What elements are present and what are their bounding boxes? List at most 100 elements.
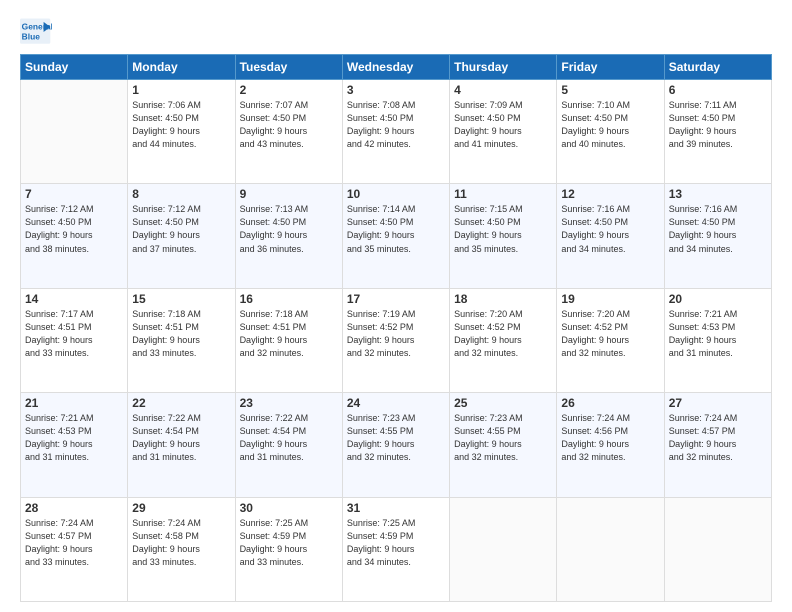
day-number: 17 <box>347 292 445 306</box>
calendar-cell: 2 Sunrise: 7:07 AM Sunset: 4:50 PM Daylig… <box>235 80 342 184</box>
day-number: 26 <box>561 396 659 410</box>
calendar-cell: 16 Sunrise: 7:18 AM Sunset: 4:51 PM Dayli… <box>235 288 342 392</box>
calendar-cell: 3 Sunrise: 7:08 AM Sunset: 4:50 PM Daylig… <box>342 80 449 184</box>
day-info: Sunrise: 7:18 AM Sunset: 4:51 PM Dayligh… <box>240 308 338 360</box>
day-info: Sunrise: 7:12 AM Sunset: 4:50 PM Dayligh… <box>25 203 123 255</box>
calendar-cell: 21 Sunrise: 7:21 AM Sunset: 4:53 PM Dayli… <box>21 393 128 497</box>
day-number: 6 <box>669 83 767 97</box>
day-info: Sunrise: 7:11 AM Sunset: 4:50 PM Dayligh… <box>669 99 767 151</box>
calendar-cell: 19Sunrise: 7:20 AM Sunset: 4:52 PM Dayli… <box>557 288 664 392</box>
day-number: 29 <box>132 501 230 515</box>
calendar-cell: 8 Sunrise: 7:12 AM Sunset: 4:50 PM Daylig… <box>128 184 235 288</box>
day-info: Sunrise: 7:22 AM Sunset: 4:54 PM Dayligh… <box>132 412 230 464</box>
calendar-cell: 4 Sunrise: 7:09 AM Sunset: 4:50 PM Daylig… <box>450 80 557 184</box>
day-number: 8 <box>132 187 230 201</box>
calendar-cell: 5 Sunrise: 7:10 AM Sunset: 4:50 PM Daylig… <box>557 80 664 184</box>
calendar-week-row: 1 Sunrise: 7:06 AM Sunset: 4:50 PM Daylig… <box>21 80 772 184</box>
calendar-cell: 15 Sunrise: 7:18 AM Sunset: 4:51 PM Dayli… <box>128 288 235 392</box>
day-info: Sunrise: 7:21 AM Sunset: 4:53 PM Dayligh… <box>669 308 767 360</box>
day-info: Sunrise: 7:21 AM Sunset: 4:53 PM Dayligh… <box>25 412 123 464</box>
day-info: Sunrise: 7:24 AM Sunset: 4:57 PM Dayligh… <box>25 517 123 569</box>
calendar-cell: 26 Sunrise: 7:24 AM Sunset: 4:56 PM Dayli… <box>557 393 664 497</box>
day-info: Sunrise: 7:20 AM Sunset: 4:52 PM Dayligh… <box>561 308 659 360</box>
svg-text:Blue: Blue <box>22 32 41 42</box>
calendar-cell: 30 Sunrise: 7:25 AM Sunset: 4:59 PM Dayli… <box>235 497 342 601</box>
day-number: 11 <box>454 187 552 201</box>
calendar-cell: 25Sunrise: 7:23 AM Sunset: 4:55 PM Dayli… <box>450 393 557 497</box>
calendar-header-row: SundayMondayTuesdayWednesdayThursdayFrid… <box>21 55 772 80</box>
weekday-header: Monday <box>128 55 235 80</box>
day-info: Sunrise: 7:08 AM Sunset: 4:50 PM Dayligh… <box>347 99 445 151</box>
calendar-cell: 27Sunrise: 7:24 AM Sunset: 4:57 PM Dayli… <box>664 393 771 497</box>
calendar-cell: 12Sunrise: 7:16 AM Sunset: 4:50 PM Dayli… <box>557 184 664 288</box>
page: General Blue SundayMondayTuesdayWednesda… <box>0 0 792 612</box>
calendar-cell: 24Sunrise: 7:23 AM Sunset: 4:55 PM Dayli… <box>342 393 449 497</box>
calendar-week-row: 28 Sunrise: 7:24 AM Sunset: 4:57 PM Dayli… <box>21 497 772 601</box>
day-number: 14 <box>25 292 123 306</box>
day-number: 2 <box>240 83 338 97</box>
calendar-cell: 29 Sunrise: 7:24 AM Sunset: 4:58 PM Dayli… <box>128 497 235 601</box>
day-info: Sunrise: 7:10 AM Sunset: 4:50 PM Dayligh… <box>561 99 659 151</box>
header: General Blue <box>20 18 772 46</box>
day-number: 16 <box>240 292 338 306</box>
logo-icon: General Blue <box>20 18 52 46</box>
calendar-cell: 18 Sunrise: 7:20 AM Sunset: 4:52 PM Dayli… <box>450 288 557 392</box>
day-number: 15 <box>132 292 230 306</box>
calendar-table: SundayMondayTuesdayWednesdayThursdayFrid… <box>20 54 772 602</box>
day-info: Sunrise: 7:24 AM Sunset: 4:56 PM Dayligh… <box>561 412 659 464</box>
day-info: Sunrise: 7:22 AM Sunset: 4:54 PM Dayligh… <box>240 412 338 464</box>
day-info: Sunrise: 7:19 AM Sunset: 4:52 PM Dayligh… <box>347 308 445 360</box>
day-info: Sunrise: 7:07 AM Sunset: 4:50 PM Dayligh… <box>240 99 338 151</box>
day-number: 23 <box>240 396 338 410</box>
calendar-week-row: 21 Sunrise: 7:21 AM Sunset: 4:53 PM Dayli… <box>21 393 772 497</box>
calendar-cell: 1 Sunrise: 7:06 AM Sunset: 4:50 PM Daylig… <box>128 80 235 184</box>
day-info: Sunrise: 7:14 AM Sunset: 4:50 PM Dayligh… <box>347 203 445 255</box>
weekday-header: Tuesday <box>235 55 342 80</box>
calendar-cell: 7 Sunrise: 7:12 AM Sunset: 4:50 PM Daylig… <box>21 184 128 288</box>
day-info: Sunrise: 7:13 AM Sunset: 4:50 PM Dayligh… <box>240 203 338 255</box>
calendar-week-row: 14 Sunrise: 7:17 AM Sunset: 4:51 PM Dayli… <box>21 288 772 392</box>
day-info: Sunrise: 7:15 AM Sunset: 4:50 PM Dayligh… <box>454 203 552 255</box>
calendar-cell: 31 Sunrise: 7:25 AM Sunset: 4:59 PM Dayli… <box>342 497 449 601</box>
day-number: 18 <box>454 292 552 306</box>
day-number: 31 <box>347 501 445 515</box>
day-number: 5 <box>561 83 659 97</box>
calendar-cell: 11 Sunrise: 7:15 AM Sunset: 4:50 PM Dayli… <box>450 184 557 288</box>
day-info: Sunrise: 7:09 AM Sunset: 4:50 PM Dayligh… <box>454 99 552 151</box>
day-number: 27 <box>669 396 767 410</box>
day-info: Sunrise: 7:12 AM Sunset: 4:50 PM Dayligh… <box>132 203 230 255</box>
day-number: 30 <box>240 501 338 515</box>
weekday-header: Wednesday <box>342 55 449 80</box>
weekday-header: Friday <box>557 55 664 80</box>
calendar-cell: 13Sunrise: 7:16 AM Sunset: 4:50 PM Dayli… <box>664 184 771 288</box>
day-number: 9 <box>240 187 338 201</box>
day-info: Sunrise: 7:23 AM Sunset: 4:55 PM Dayligh… <box>454 412 552 464</box>
day-info: Sunrise: 7:06 AM Sunset: 4:50 PM Dayligh… <box>132 99 230 151</box>
calendar-cell: 9 Sunrise: 7:13 AM Sunset: 4:50 PM Daylig… <box>235 184 342 288</box>
day-number: 4 <box>454 83 552 97</box>
day-number: 7 <box>25 187 123 201</box>
calendar-cell <box>450 497 557 601</box>
day-info: Sunrise: 7:25 AM Sunset: 4:59 PM Dayligh… <box>347 517 445 569</box>
day-info: Sunrise: 7:16 AM Sunset: 4:50 PM Dayligh… <box>561 203 659 255</box>
calendar-cell <box>664 497 771 601</box>
calendar-cell: 6 Sunrise: 7:11 AM Sunset: 4:50 PM Daylig… <box>664 80 771 184</box>
day-number: 28 <box>25 501 123 515</box>
calendar-cell: 28 Sunrise: 7:24 AM Sunset: 4:57 PM Dayli… <box>21 497 128 601</box>
day-number: 21 <box>25 396 123 410</box>
day-info: Sunrise: 7:25 AM Sunset: 4:59 PM Dayligh… <box>240 517 338 569</box>
day-info: Sunrise: 7:20 AM Sunset: 4:52 PM Dayligh… <box>454 308 552 360</box>
day-info: Sunrise: 7:18 AM Sunset: 4:51 PM Dayligh… <box>132 308 230 360</box>
day-info: Sunrise: 7:17 AM Sunset: 4:51 PM Dayligh… <box>25 308 123 360</box>
day-number: 20 <box>669 292 767 306</box>
logo: General Blue <box>20 18 56 46</box>
day-number: 22 <box>132 396 230 410</box>
calendar-cell: 14 Sunrise: 7:17 AM Sunset: 4:51 PM Dayli… <box>21 288 128 392</box>
day-info: Sunrise: 7:24 AM Sunset: 4:58 PM Dayligh… <box>132 517 230 569</box>
day-number: 1 <box>132 83 230 97</box>
day-number: 3 <box>347 83 445 97</box>
calendar-cell: 23 Sunrise: 7:22 AM Sunset: 4:54 PM Dayli… <box>235 393 342 497</box>
calendar-cell: 22 Sunrise: 7:22 AM Sunset: 4:54 PM Dayli… <box>128 393 235 497</box>
weekday-header: Thursday <box>450 55 557 80</box>
day-number: 13 <box>669 187 767 201</box>
